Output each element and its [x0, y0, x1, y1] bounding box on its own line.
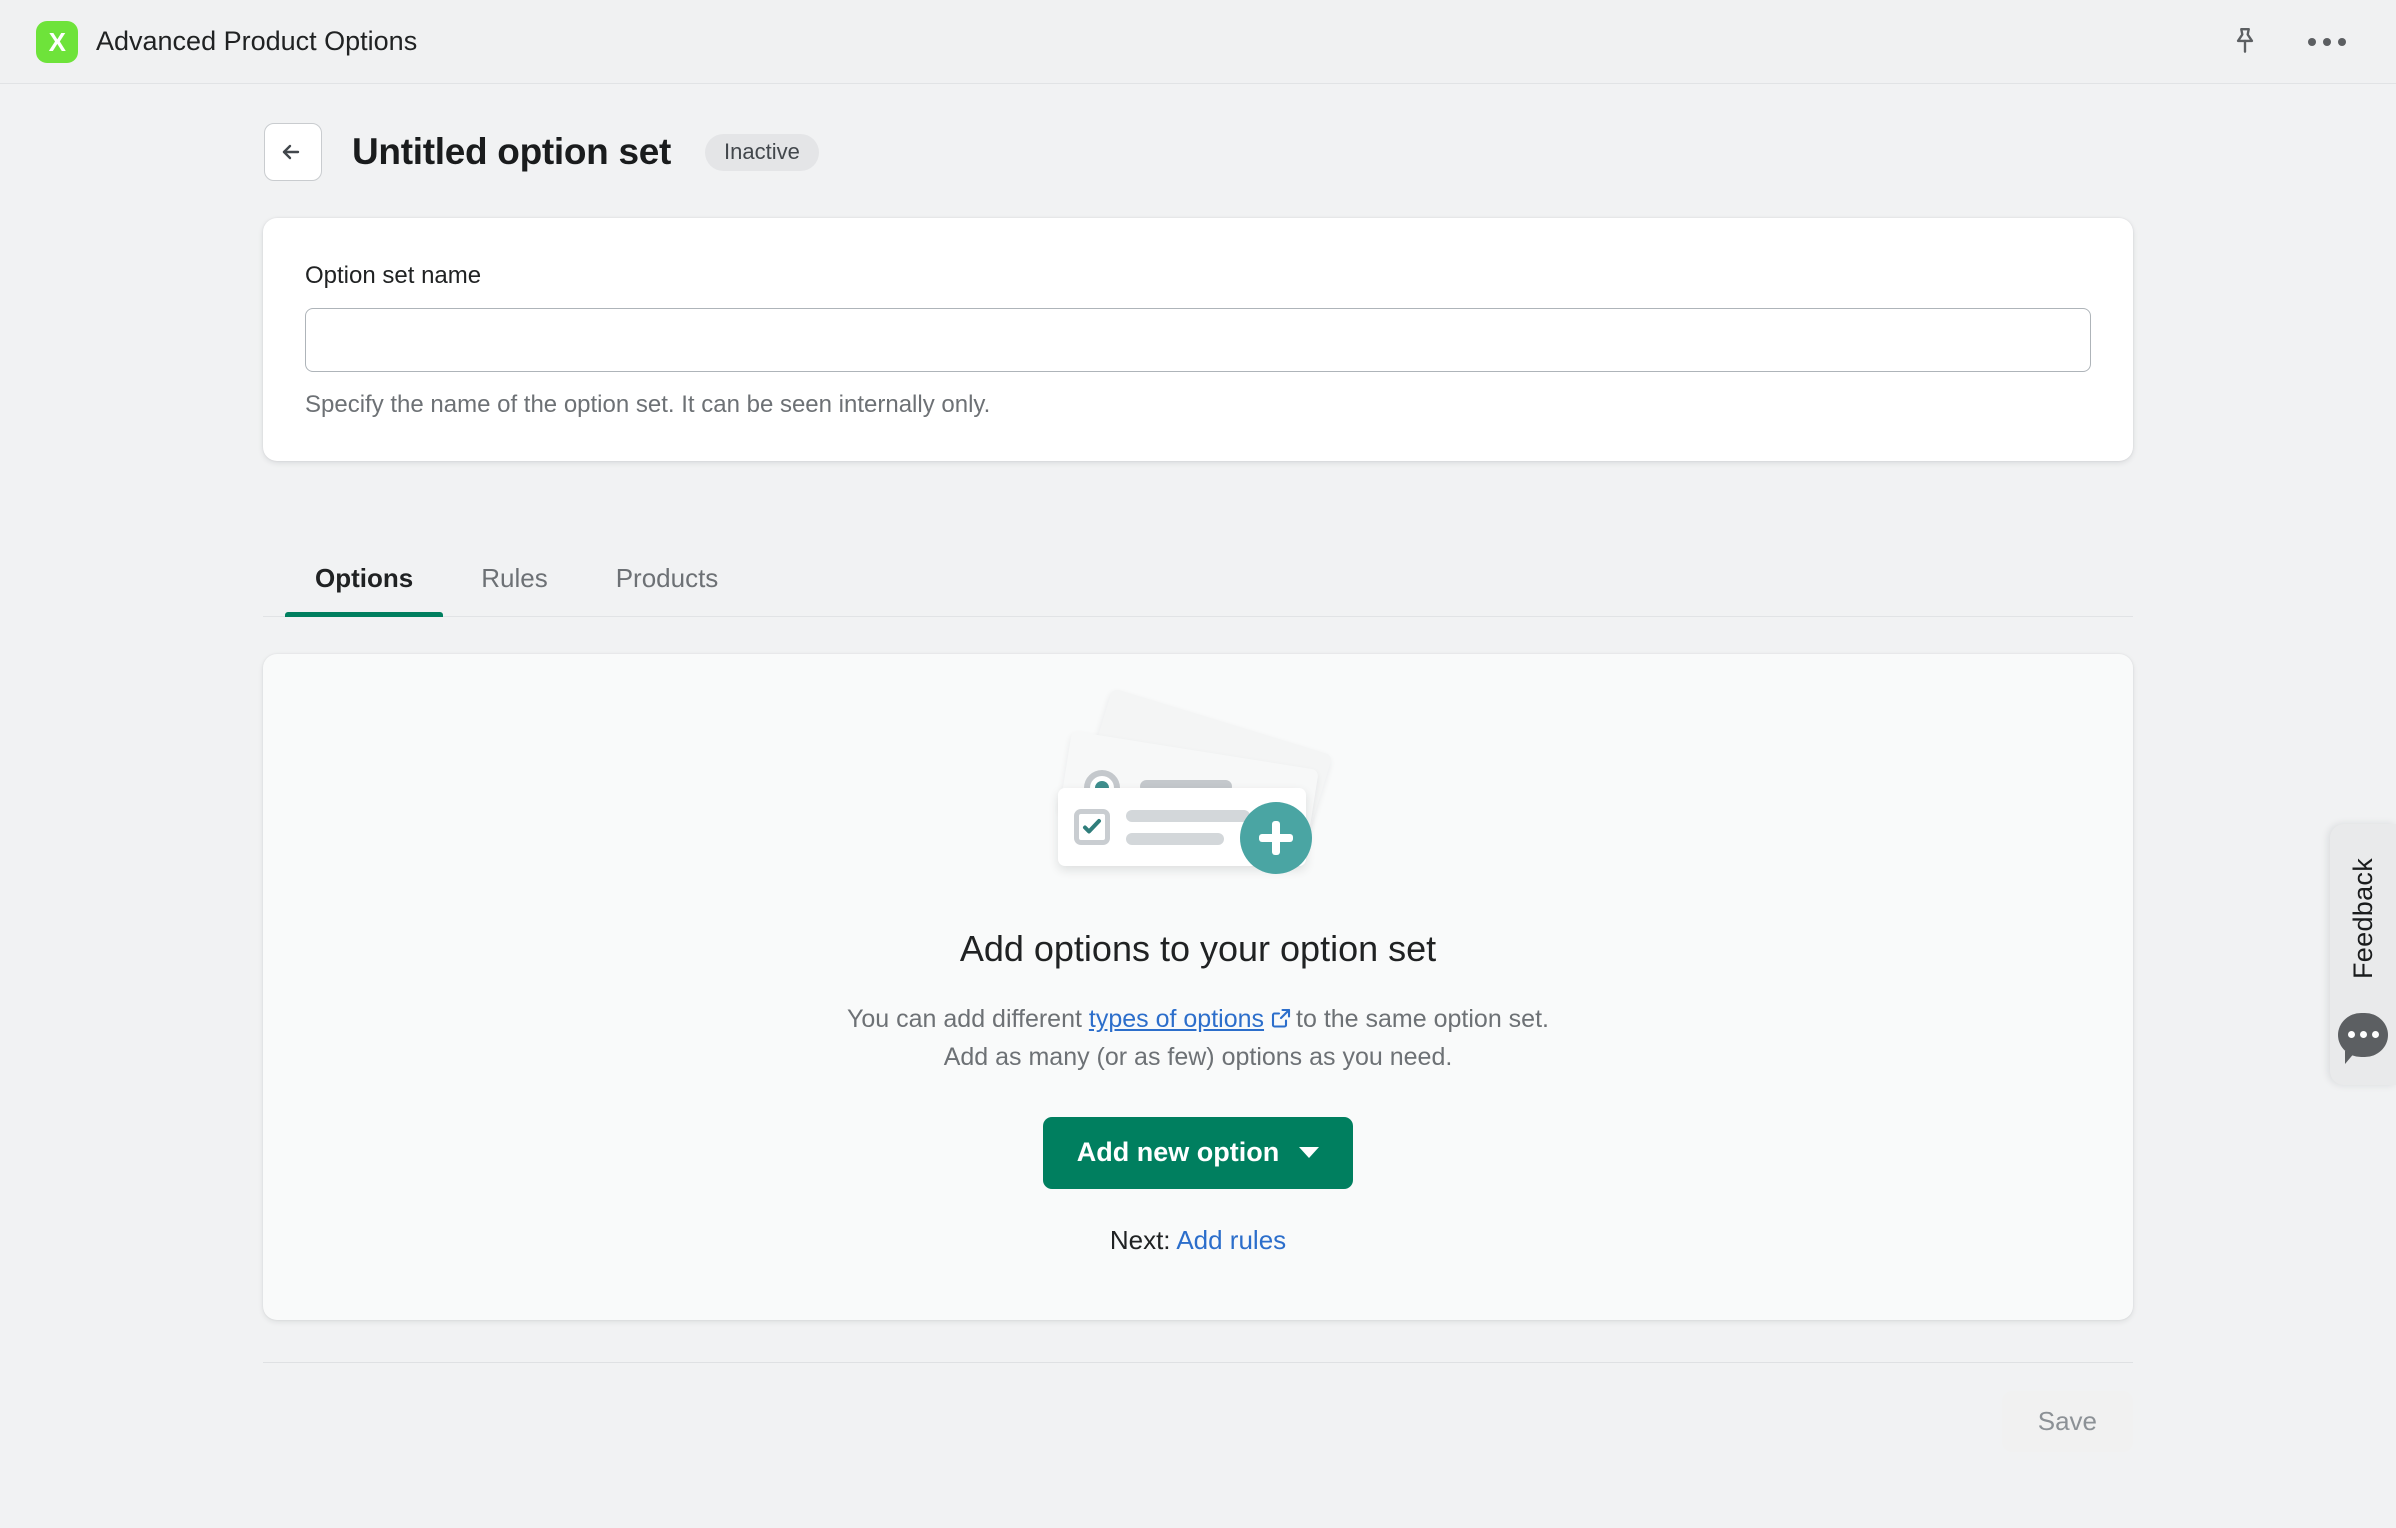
empty-state-body-line-1: You can add different types of options to…	[303, 1002, 2093, 1040]
dot	[2308, 37, 2316, 46]
footer-actions: Save	[263, 1363, 2133, 1452]
app-bar-actions	[2226, 23, 2360, 61]
next-step-line: Next: Add rules	[303, 1225, 2093, 1256]
add-new-option-label: Add new option	[1076, 1137, 1280, 1167]
status-badge: Inactive	[705, 133, 819, 171]
add-new-option-button[interactable]: Add new option	[1042, 1117, 1354, 1189]
tab-options[interactable]: Options	[285, 549, 444, 617]
tab-rules[interactable]: Rules	[451, 549, 577, 616]
page-body: Untitled option set Inactive Option set …	[0, 84, 2396, 1528]
page-title: Untitled option set	[352, 131, 672, 172]
option-set-name-card: Option set name Specify the name of the …	[263, 218, 2133, 461]
illustration-text-lines	[1126, 809, 1250, 845]
empty-state-body-prefix: You can add different	[847, 1005, 1082, 1033]
feedback-label: Feedback	[2347, 858, 2378, 979]
external-link-icon[interactable]	[1270, 1004, 1292, 1040]
empty-state-title: Add options to your option set	[959, 928, 1437, 969]
empty-state-body-suffix: to the same option set.	[1296, 1005, 1549, 1033]
app-title: Advanced Product Options	[96, 26, 418, 56]
illustration-line	[1126, 809, 1250, 822]
dot	[2338, 37, 2346, 46]
app-bar: X Advanced Product Options	[0, 0, 2396, 84]
option-set-name-label: Option set name	[305, 262, 482, 289]
illustration-line	[1126, 832, 1224, 845]
save-button[interactable]: Save	[2001, 1391, 2133, 1452]
tab-products[interactable]: Products	[586, 549, 749, 616]
content-container: Untitled option set Inactive Option set …	[263, 84, 2133, 1452]
options-empty-state-panel: Add options to your option set You can a…	[263, 654, 2133, 1320]
app-identity: X Advanced Product Options	[36, 20, 418, 63]
next-step-prefix: Next:	[1109, 1225, 1171, 1255]
empty-state-body-line-2: Add as many (or as few) options as you n…	[943, 1042, 1453, 1071]
pin-icon[interactable]	[2226, 23, 2264, 61]
page-header: Untitled option set Inactive	[263, 123, 2133, 181]
tab-bar: Options Rules Products	[263, 549, 2133, 617]
add-rules-link[interactable]: Add rules	[1176, 1225, 1286, 1255]
option-set-name-input[interactable]	[305, 308, 2091, 372]
empty-state-body: You can add different types of options to…	[303, 1002, 2093, 1075]
more-horizontal-icon[interactable]	[2308, 23, 2346, 61]
back-button[interactable]	[264, 123, 322, 181]
empty-state-illustration	[1018, 688, 1378, 910]
app-logo-icon: X	[36, 20, 78, 63]
arrow-left-icon	[282, 144, 300, 160]
plus-badge-icon	[1240, 802, 1312, 874]
types-of-options-link[interactable]: types of options	[1089, 1005, 1264, 1033]
checkbox-icon	[1074, 809, 1110, 845]
chat-bubble-icon	[2338, 1012, 2388, 1064]
dot	[2323, 37, 2331, 46]
feedback-tab[interactable]: Feedback	[2330, 824, 2396, 1085]
chevron-down-icon	[1299, 1147, 1320, 1158]
option-set-name-helper: Specify the name of the option set. It c…	[305, 391, 991, 418]
